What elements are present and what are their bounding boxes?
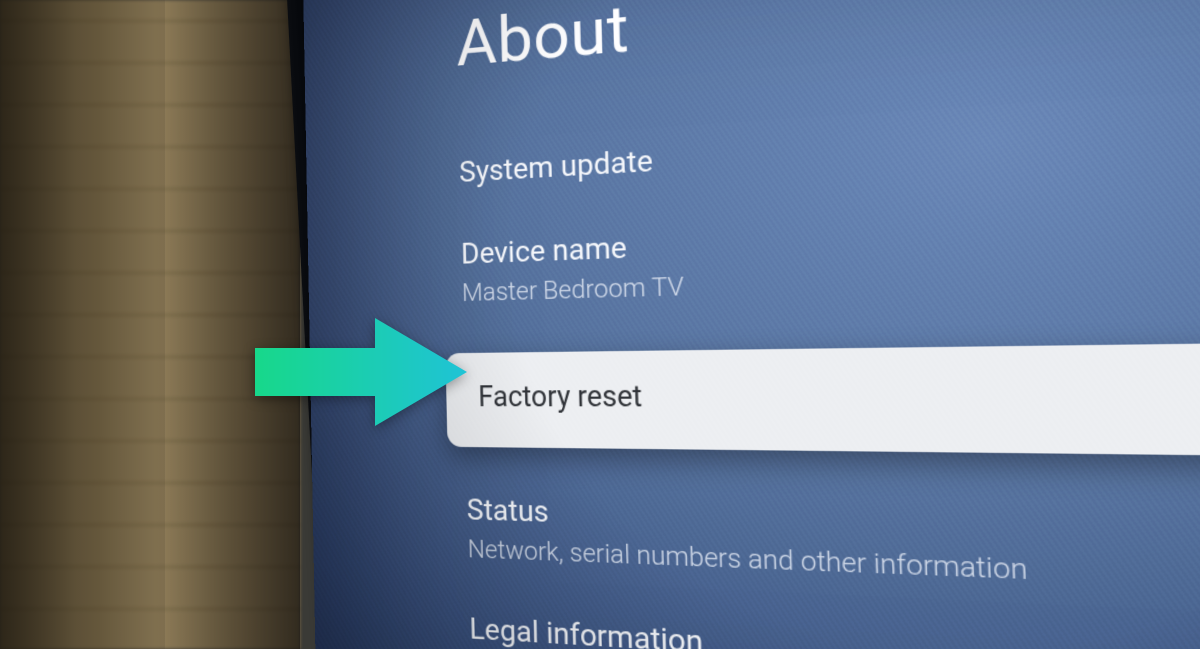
menu-status[interactable]: Status Network, serial numbers and other… (466, 491, 1200, 608)
menu-legal-information[interactable]: Legal information (469, 610, 1200, 649)
page-title: About (456, 0, 1200, 82)
menu-system-update[interactable]: System update (459, 86, 1200, 190)
menu-item-label: Factory reset (478, 375, 1200, 417)
menu-item-label: System update (459, 86, 1200, 190)
menu-item-label: Legal information (469, 610, 1200, 649)
tv-screen: About System update Device name Master B… (302, 0, 1200, 649)
menu-factory-reset[interactable]: Factory reset (445, 342, 1200, 456)
menu-device-name[interactable]: Device name Master Bedroom TV (461, 190, 1200, 307)
